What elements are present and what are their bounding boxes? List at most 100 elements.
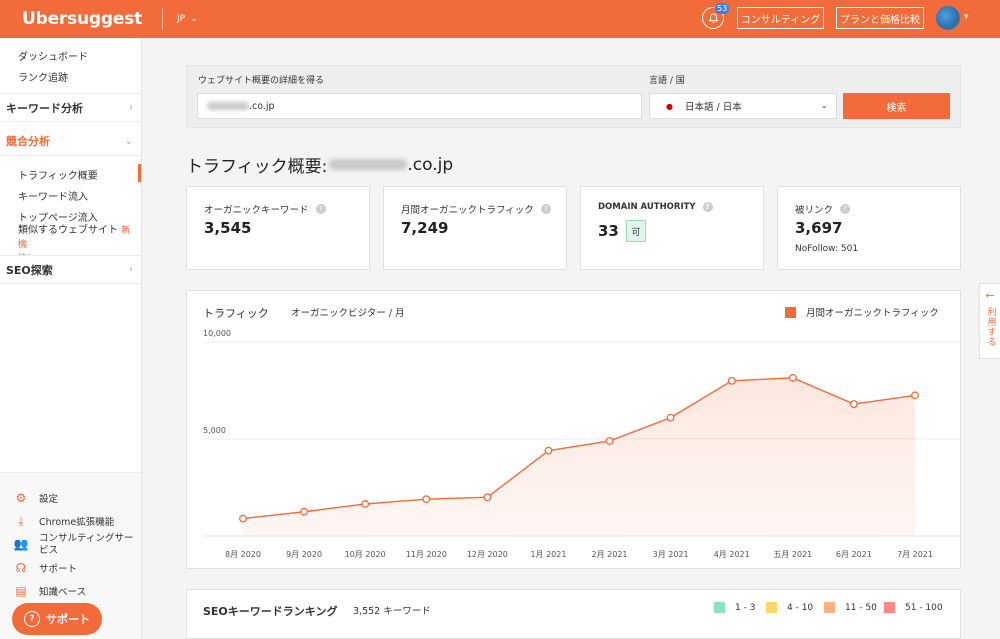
help-icon[interactable]: ? — [540, 204, 551, 214]
sidebar-item-knowledge-base[interactable]: ▤ 知識ベース — [14, 584, 86, 598]
redacted-domain — [207, 102, 249, 110]
sidebar-section-label: SEO探索 — [6, 263, 53, 277]
pricing-button[interactable]: プランと価格比較 — [836, 7, 924, 29]
domain-input[interactable]: .co.jp — [197, 93, 642, 119]
legend-swatch — [884, 602, 895, 613]
logo[interactable]: Ubersuggest — [22, 9, 142, 29]
sidebar-item-label: 知識ベース — [39, 587, 87, 598]
sidebar-section-keyword-analysis[interactable]: キーワード分析 › — [0, 93, 141, 122]
chevron-down-icon[interactable]: ▾ — [964, 12, 969, 22]
legend-swatch — [766, 602, 777, 613]
data-point — [239, 514, 247, 523]
help-icon[interactable]: ? — [840, 204, 851, 214]
x-tick-label: 2月 2021 — [592, 550, 628, 559]
stat-label-text: 月間オーガニックトラフィック — [401, 205, 534, 216]
x-tick-label: 3月 2021 — [653, 550, 689, 559]
sidebar-item-support[interactable]: ☊ サポート — [14, 561, 77, 575]
language-code: JP — [177, 14, 186, 24]
sidebar-item-traffic-overview[interactable]: トラフィック概要 — [18, 167, 98, 182]
stat-value: 33 — [598, 222, 619, 240]
x-tick-label: 4月 2021 — [714, 550, 750, 559]
ranking-keyword-count: 3,552 キーワード — [353, 606, 431, 617]
domain-authority-card: DOMAIN AUTHORITY? 33 可 — [580, 186, 764, 270]
data-point — [361, 500, 370, 508]
download-icon: ⤓ — [18, 513, 24, 528]
monthly-traffic-card: 月間オーガニックトラフィック? 7,249 — [383, 186, 567, 270]
support-button[interactable]: ? サポート — [12, 603, 102, 635]
sidebar-section-seo-explore[interactable]: SEO探索 › — [0, 255, 141, 284]
help-icon[interactable]: ? — [702, 202, 713, 212]
chevron-down-icon: ⌄ — [190, 14, 198, 24]
use-side-tab[interactable]: ← 利用する — [979, 283, 1000, 359]
organic-keywords-card: オーガニックキーワード? 3,545 — [186, 186, 370, 270]
legend-swatch — [714, 602, 725, 613]
search-panel: ウェブサイト概要の詳細を得る .co.jp 言語 / 国 ● 日本語 / 日本 … — [186, 65, 961, 128]
notifications-button[interactable]: 53 — [702, 3, 730, 29]
page-title-suffix: .co.jp — [407, 154, 454, 175]
x-tick-label: 9月 2020 — [286, 550, 322, 559]
question-icon: ? — [24, 611, 40, 627]
notification-count-badge: 53 — [715, 3, 730, 14]
sidebar-item-label: 設定 — [39, 494, 59, 505]
sidebar-item-top-pages-inflow[interactable]: トップページ流入 — [18, 209, 98, 224]
traffic-chart: 5,000 10,000 8月 2020 9月 2020 10月 2020 11月 202… — [203, 329, 960, 559]
search-button[interactable]: 検索 — [843, 93, 950, 119]
language-country-select[interactable]: ● 日本語 / 日本 ⌄ — [649, 93, 837, 119]
y-tick-label: 5,000 — [203, 426, 226, 435]
stat-label: DOMAIN AUTHORITY? — [598, 202, 713, 212]
ranking-legend-item[interactable]: 51 - 100 — [884, 602, 943, 613]
data-point — [911, 391, 919, 400]
data-point — [727, 376, 736, 385]
x-tick-label: 12月 2020 — [467, 550, 508, 559]
active-indicator — [138, 164, 141, 182]
domain-suffix: .co.jp — [249, 100, 275, 112]
ranking-legend-item[interactable]: 4 - 10 — [766, 602, 813, 613]
chevron-down-icon: ⌄ — [820, 101, 828, 111]
ranking-legend-item[interactable]: 11 - 50 — [824, 602, 877, 613]
sidebar-item-label: 類似するウェブサイト — [18, 225, 118, 236]
gear-icon: ⚙ — [15, 491, 27, 505]
page-title-prefix: トラフィック概要: — [186, 157, 328, 177]
stat-label: オーガニックキーワード? — [204, 202, 326, 216]
stat-label-text: 被リンク — [795, 205, 834, 216]
sidebar-section-label: キーワード分析 — [6, 101, 83, 115]
backlinks-card: 被リンク? 3,697 NoFollow: 501 — [777, 186, 961, 270]
redacted-domain — [329, 159, 408, 170]
bell-icon — [708, 12, 718, 23]
japan-flag-icon: ● — [666, 101, 673, 111]
headset-icon: ☊ — [15, 561, 27, 575]
stat-label: 月間オーガニックトラフィック? — [401, 202, 551, 216]
sidebar-item-keyword-inflow[interactable]: キーワード流入 — [18, 188, 88, 203]
sidebar-item-consulting[interactable]: 👥 コンサルティングサー ビス — [14, 533, 134, 557]
language-selector[interactable]: JP ⌄ — [177, 14, 198, 24]
ranking-title: SEOキーワードランキング — [203, 605, 338, 618]
x-tick-label: 1月 2021 — [530, 550, 566, 559]
sidebar-item-chrome-extension[interactable]: ⤓ Chrome拡張機能 — [14, 513, 115, 529]
x-tick-label: 8月 2020 — [225, 550, 261, 559]
domain-label: ウェブサイト概要の詳細を得る — [198, 76, 325, 86]
series-area — [243, 377, 915, 536]
nofollow-count: NoFollow: 501 — [795, 244, 859, 254]
top-bar: Ubersuggest JP ⌄ 53 コンサルティング プランと価格比較 ▾ — [0, 0, 1000, 38]
label-line: コンサルティングサー — [39, 533, 134, 544]
data-point — [544, 446, 553, 455]
domain-authority-badge: 可 — [626, 220, 646, 242]
sidebar-item-label: Chrome拡張機能 — [39, 517, 115, 528]
sidebar-section-competitor-analysis[interactable]: 競合分析 ⌄ — [0, 127, 141, 156]
legend-label: 1 - 3 — [735, 602, 756, 613]
seo-keyword-ranking-card: SEOキーワードランキング 3,552 キーワード 1 - 3 4 - 10 1… — [186, 589, 961, 639]
sidebar-section-label: 競合分析 — [6, 135, 50, 148]
ranking-legend-item[interactable]: 1 - 3 — [714, 602, 755, 613]
sidebar-item-dashboard[interactable]: ダッシュボード — [18, 48, 88, 63]
help-icon[interactable]: ? — [315, 204, 326, 214]
sidebar-item-label: コンサルティングサー ビス — [39, 533, 133, 557]
data-point — [849, 400, 858, 409]
data-point — [422, 495, 431, 504]
sidebar-item-rank-tracking[interactable]: ランク追跡 — [18, 69, 68, 84]
sidebar-item-settings[interactable]: ⚙ 設定 — [14, 491, 58, 505]
consulting-button[interactable]: コンサルティング — [737, 7, 824, 29]
chevron-right-icon: › — [129, 102, 133, 113]
side-tab-label: 利用する — [985, 307, 996, 347]
avatar[interactable] — [936, 6, 960, 30]
divider — [162, 8, 164, 30]
